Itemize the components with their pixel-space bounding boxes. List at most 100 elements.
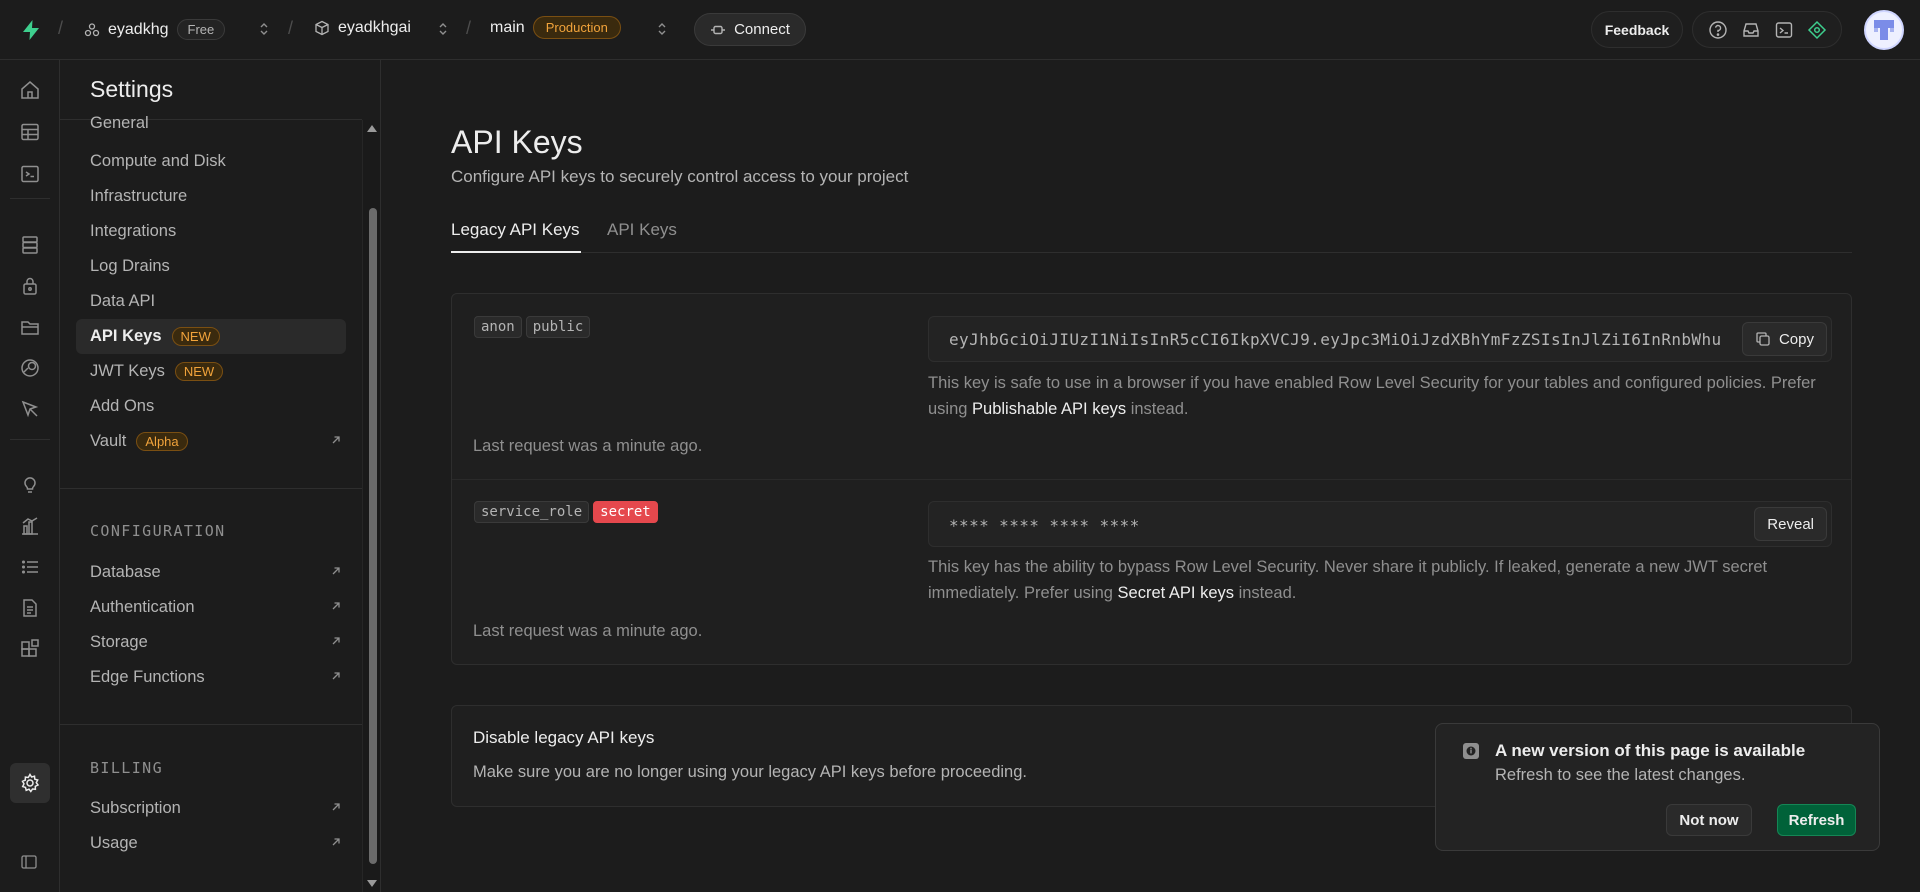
sidebar-item-usage[interactable]: Usage — [90, 826, 346, 860]
settings-sidebar: Settings General Compute and Disk Infras… — [60, 60, 381, 892]
chevron-updown-icon[interactable] — [656, 21, 668, 37]
sidebar-scrollbar[interactable] — [362, 120, 380, 892]
plug-icon — [710, 23, 726, 37]
top-bar: / eyadkhg Free / eyadkhgai / main Produc… — [0, 0, 1920, 60]
copy-button[interactable]: Copy — [1741, 322, 1827, 356]
anon-key-field[interactable]: eyJhbGciOiJIUzI1NiIsInR5cCI6IkpXVCJ9.eyJ… — [928, 316, 1832, 362]
chevron-updown-icon[interactable] — [258, 21, 270, 37]
refresh-button[interactable]: Refresh — [1777, 804, 1856, 836]
api-docs-file-icon[interactable] — [19, 597, 41, 619]
new-badge: NEW — [171, 327, 220, 346]
breadcrumb-separator: / — [466, 18, 472, 38]
sidebar-item-compute-and-disk[interactable]: Compute and Disk — [90, 144, 346, 178]
service-role-key-field[interactable]: **** **** **** **** Reveal — [928, 501, 1832, 547]
not-now-button[interactable]: Not now — [1666, 804, 1752, 836]
sidebar-item-integrations[interactable]: Integrations — [90, 214, 346, 248]
tab-api-keys[interactable]: API Keys — [607, 220, 677, 240]
sidebar-item-label: Compute and Disk — [90, 151, 226, 170]
sidebar-item-label: Add Ons — [90, 396, 155, 415]
inbox-icon[interactable] — [1741, 20, 1761, 40]
new-version-toast: A new version of this page is available … — [1435, 723, 1880, 851]
realtime-icon[interactable] — [19, 357, 41, 379]
logs-list-icon[interactable] — [19, 556, 41, 578]
reveal-button[interactable]: Reveal — [1754, 507, 1827, 541]
sql-editor-icon[interactable] — [19, 163, 41, 185]
terminal-icon[interactable] — [1774, 20, 1794, 40]
authentication-lock-icon[interactable] — [19, 275, 41, 297]
collapse-sidebar-icon[interactable] — [20, 853, 42, 875]
external-link-icon — [330, 434, 342, 446]
plan-badge: Free — [176, 19, 226, 40]
sidebar-item-jwt-keys[interactable]: JWT Keys NEW — [90, 354, 346, 388]
scroll-down-arrow-icon[interactable] — [367, 880, 377, 888]
integrations-blocks-icon[interactable] — [19, 638, 41, 660]
sidebar-item-add-ons[interactable]: Add Ons — [90, 389, 346, 423]
sidebar-item-label: JWT Keys — [90, 361, 165, 380]
scrollbar-thumb[interactable] — [369, 208, 377, 864]
sidebar-title: Settings — [90, 76, 174, 102]
description-text: instead. — [1234, 584, 1297, 602]
external-link-icon — [330, 836, 342, 848]
sidebar-item-label: Integrations — [90, 221, 177, 240]
tab-legacy-api-keys[interactable]: Legacy API Keys — [451, 220, 580, 240]
anon-key-description: This key is safe to use in a browser if … — [928, 370, 1838, 422]
description-text: This key has the ability to bypass Row L… — [928, 558, 1768, 602]
feedback-button[interactable]: Feedback — [1591, 11, 1683, 48]
help-icon[interactable] — [1708, 20, 1728, 40]
sidebar-item-label: Subscription — [90, 798, 181, 817]
divider — [60, 488, 362, 489]
supabase-logo-icon[interactable] — [19, 18, 43, 42]
sidebar-item-label: Infrastructure — [90, 186, 188, 205]
reports-chart-icon[interactable] — [19, 515, 41, 537]
active-tab-underline — [451, 251, 581, 253]
external-link-icon — [330, 670, 342, 682]
org-name: eyadkhg — [108, 20, 169, 38]
sidebar-item-edge-functions[interactable]: Edge Functions — [90, 660, 346, 694]
sidebar-item-label: Database — [90, 562, 161, 581]
sidebar-item-infrastructure[interactable]: Infrastructure — [90, 179, 346, 213]
sidebar-item-database[interactable]: Database — [90, 555, 346, 589]
environment-badge: Production — [532, 16, 621, 39]
project-box-icon — [314, 20, 330, 36]
sidebar-item-log-drains[interactable]: Log Drains — [90, 249, 346, 283]
sidebar-item-label: Data API — [90, 291, 156, 310]
sidebar-item-authentication[interactable]: Authentication — [90, 590, 346, 624]
project-selector[interactable]: eyadkhgai — [314, 19, 411, 37]
advisors-lightbulb-icon[interactable] — [19, 474, 41, 496]
anon-key-row: anon public eyJhbGciOiJIUzI1NiIsInR5cCI6I… — [452, 294, 1851, 479]
sidebar-item-general[interactable]: General — [90, 109, 346, 137]
external-link-icon — [330, 635, 342, 647]
new-badge: NEW — [174, 361, 224, 381]
home-icon[interactable] — [19, 79, 41, 101]
info-icon — [1462, 742, 1480, 760]
sidebar-item-data-api[interactable]: Data API — [90, 284, 346, 318]
advisor-diamond-icon[interactable] — [1807, 20, 1827, 40]
publishable-keys-link[interactable]: Publishable API keys — [972, 400, 1126, 418]
copy-label: Copy — [1778, 330, 1814, 348]
sidebar-item-subscription[interactable]: Subscription — [90, 791, 346, 825]
copy-icon — [1755, 331, 1771, 347]
branch-selector[interactable]: main Production — [490, 16, 621, 39]
table-editor-icon[interactable] — [19, 121, 41, 143]
description-text: instead. — [1126, 400, 1189, 418]
toast-subtitle: Refresh to see the latest changes. — [1495, 766, 1746, 784]
scroll-up-arrow-icon[interactable] — [367, 124, 377, 132]
sidebar-item-storage[interactable]: Storage — [90, 625, 346, 659]
chevron-updown-icon[interactable] — [437, 21, 449, 37]
database-icon[interactable] — [19, 234, 41, 256]
connect-button[interactable]: Connect — [694, 13, 806, 46]
service-role-key-description: This key has the ability to bypass Row L… — [928, 554, 1838, 606]
edge-functions-cursor-icon[interactable] — [19, 398, 41, 420]
storage-folder-icon[interactable] — [19, 316, 41, 338]
settings-gear-icon[interactable] — [19, 772, 41, 794]
org-selector[interactable]: eyadkhg Free — [84, 19, 226, 40]
secret-keys-link[interactable]: Secret API keys — [1118, 584, 1234, 602]
sidebar-item-vault[interactable]: Vault Alpha — [90, 424, 346, 458]
avatar[interactable] — [1864, 10, 1904, 50]
sidebar-item-label: Edge Functions — [90, 667, 205, 686]
rail-divider — [10, 439, 50, 440]
sidebar-item-api-keys[interactable]: API Keys NEW — [76, 319, 346, 354]
service-role-key-row: service_role secret **** **** **** **** R… — [452, 480, 1851, 665]
divider — [60, 724, 362, 725]
last-request-text: Last request was a minute ago. — [473, 437, 703, 455]
